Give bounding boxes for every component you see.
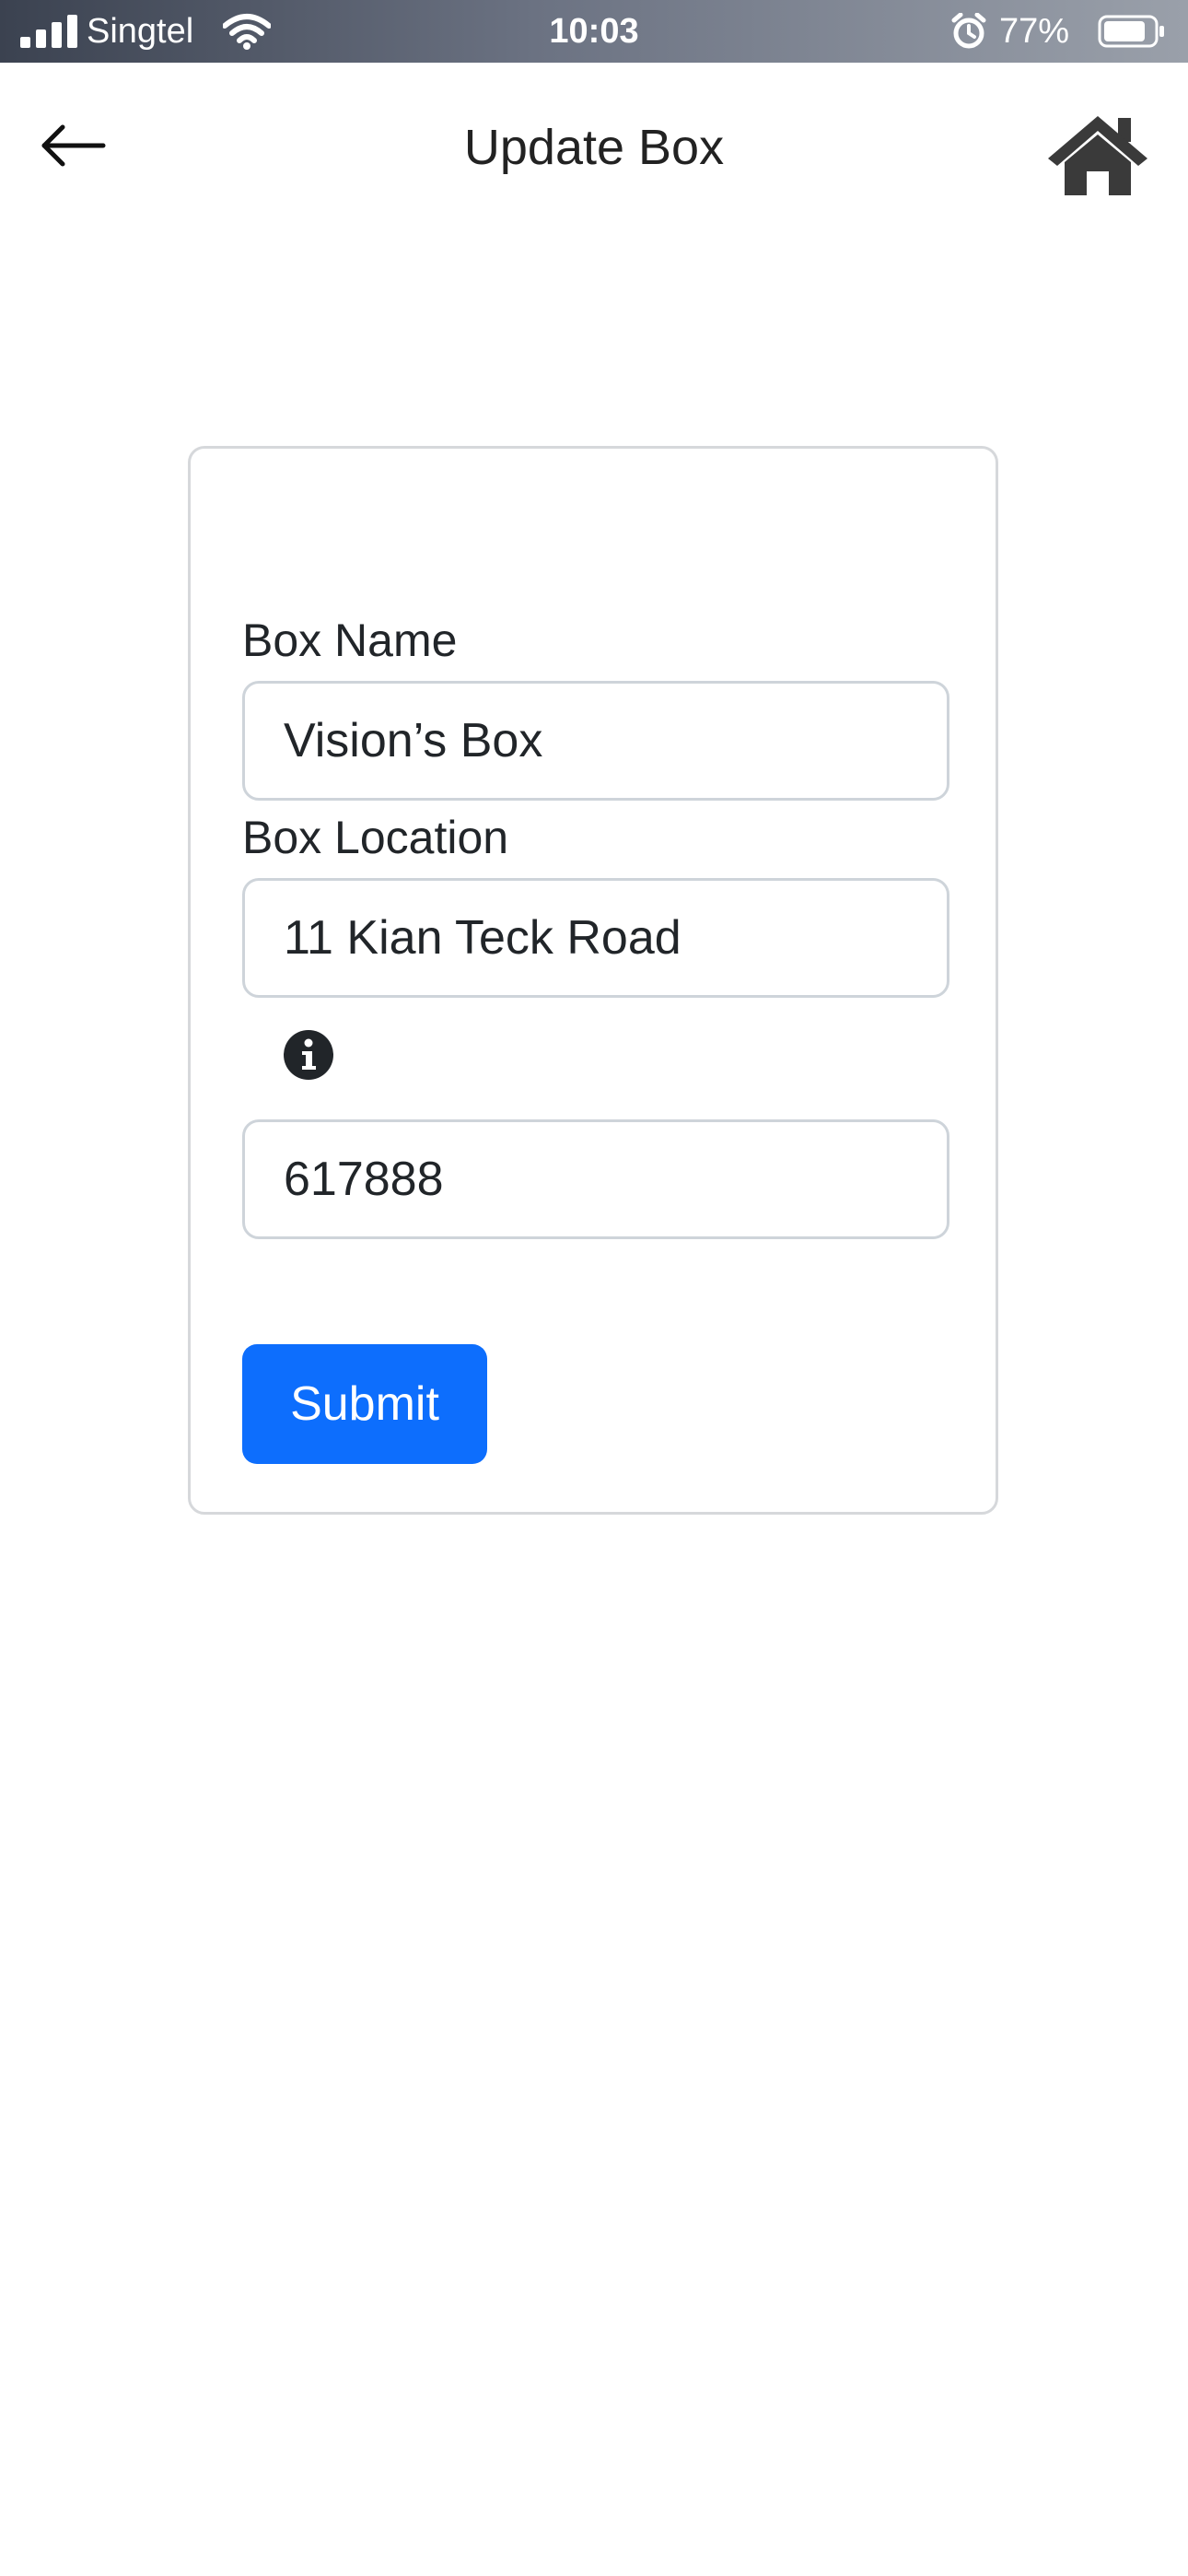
battery-percent: 77% [999,12,1070,51]
home-button[interactable] [1044,112,1151,197]
status-bar: Singtel 10:03 77% [0,0,1188,63]
box-name-input[interactable] [242,681,949,801]
box-location-input[interactable] [242,878,949,998]
box-location-label: Box Location [242,812,509,863]
info-circle-icon[interactable] [283,1029,334,1081]
app-header: Update Box [0,63,1188,238]
battery-icon [1098,15,1164,48]
page-title: Update Box [463,120,725,175]
box-name-label: Box Name [242,615,458,666]
home-icon [1048,116,1147,195]
submit-button[interactable]: Submit [242,1344,487,1464]
postal-code-input[interactable] [242,1119,949,1239]
update-box-form-card: Box Name Box Location Submit [188,446,998,1515]
alarm-icon [951,13,986,49]
